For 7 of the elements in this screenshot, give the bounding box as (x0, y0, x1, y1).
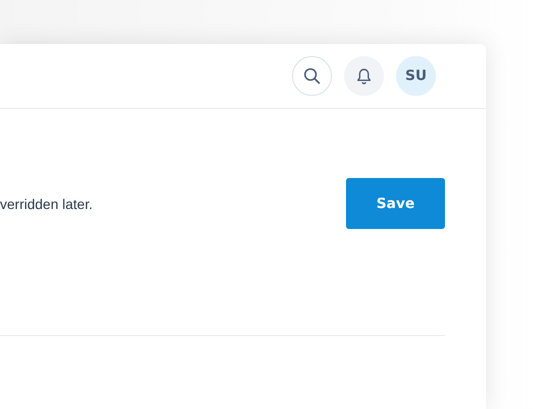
user-avatar[interactable]: SU (396, 56, 436, 96)
save-button[interactable]: Save (346, 178, 445, 229)
notifications-button[interactable] (344, 56, 384, 96)
bell-icon (356, 68, 372, 84)
search-icon (303, 67, 321, 85)
description-text: verridden later. (0, 196, 93, 212)
search-button[interactable] (292, 56, 332, 96)
